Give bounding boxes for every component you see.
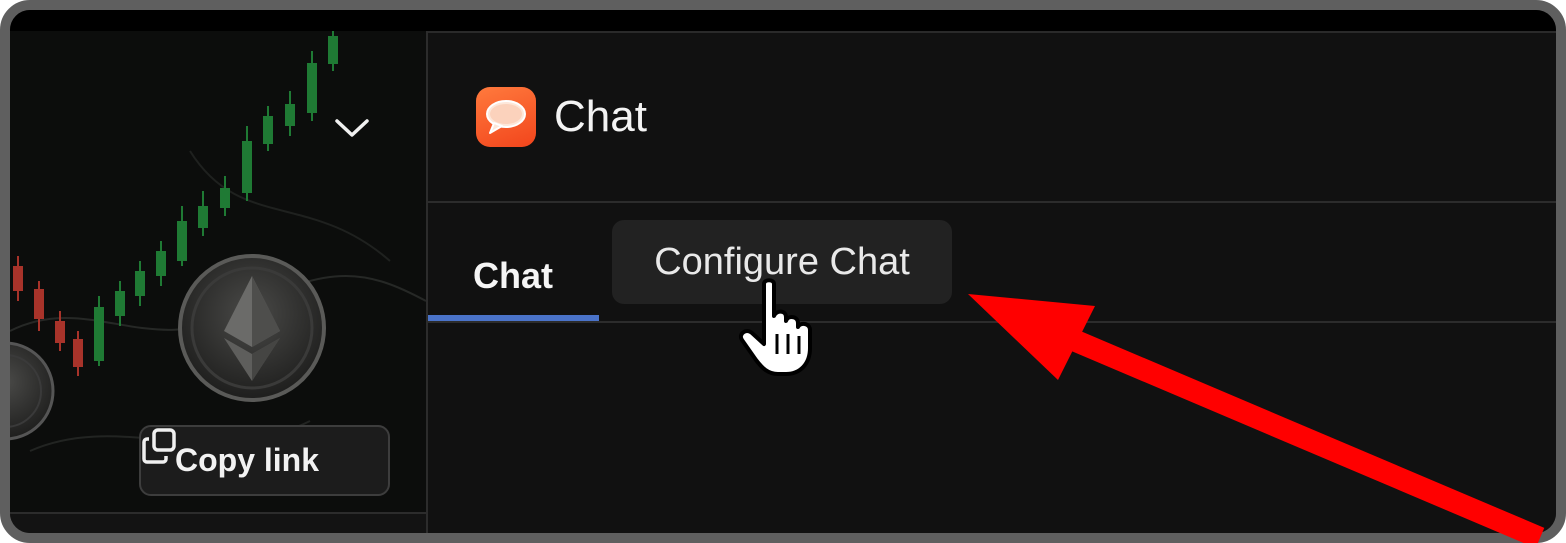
collapse-toggle-button[interactable]: [334, 117, 386, 161]
left-footer: [10, 514, 426, 533]
divider: [428, 31, 1556, 33]
ethereum-coin-image: [178, 254, 326, 402]
hand-pointer-icon: [739, 278, 812, 376]
copy-link-button[interactable]: Copy link: [139, 425, 390, 496]
copy-link-label: Copy link: [175, 442, 320, 478]
main-panel: Chat Chat Configure Chat: [428, 31, 1556, 533]
copy-icon: [142, 428, 176, 464]
divider: [428, 201, 1556, 203]
tab-chat[interactable]: Chat: [428, 231, 598, 321]
tab-label: Chat: [473, 255, 553, 296]
divider: [428, 321, 1556, 323]
chevron-down-icon: [335, 119, 369, 137]
app-header: Chat: [476, 87, 647, 147]
chat-bubble-icon: [476, 87, 536, 147]
window-frame: Copy link Chat Chat Configure Chat: [0, 0, 1566, 543]
top-strip: [10, 10, 1556, 31]
thumbnail-image: Copy link: [10, 31, 426, 512]
app-title: Chat: [554, 92, 647, 141]
